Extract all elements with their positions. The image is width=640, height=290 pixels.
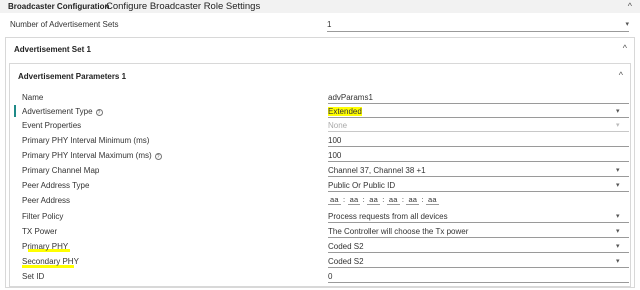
- peer-address-row: Peer Address aa : aa : aa : aa : aa : aa: [10, 193, 632, 209]
- filter-policy-row: Filter Policy Process requests from all …: [10, 209, 632, 224]
- help-icon[interactable]: ?: [154, 153, 162, 160]
- interval-max-input[interactable]: 100: [328, 151, 341, 160]
- number-of-sets-select[interactable]: 1: [327, 20, 629, 29]
- octet[interactable]: aa: [347, 195, 361, 205]
- interval-max-label: Primary PHY Interval Maximum (ms)?: [22, 151, 162, 160]
- advertisement-set-title: Advertisement Set 1: [14, 45, 91, 54]
- secondary-phy-row: Secondary PHY Coded S2 ▾: [10, 254, 632, 269]
- interval-min-label: Primary PHY Interval Minimum (ms): [22, 136, 150, 145]
- octet[interactable]: aa: [406, 195, 420, 205]
- primary-phy-row: Primary PHY Coded S2 ▾: [10, 239, 632, 254]
- chevron-down-icon[interactable]: ▾: [616, 121, 620, 129]
- advertisement-type-row: Advertisement Type? Extended ▾: [10, 104, 632, 119]
- interval-min-input[interactable]: 100: [328, 136, 341, 145]
- collapse-icon[interactable]: ^: [619, 70, 623, 80]
- chevron-down-icon[interactable]: ▾: [616, 181, 620, 189]
- primary-channel-map-label: Primary Channel Map: [22, 166, 100, 175]
- advertisement-type-select[interactable]: Extended: [328, 107, 362, 116]
- select-underline: [328, 237, 629, 238]
- octet[interactable]: aa: [386, 195, 400, 205]
- primary-phy-label: Primary PHY: [22, 242, 69, 251]
- primary-channel-map-row: Primary Channel Map Channel 37, Channel …: [10, 163, 632, 178]
- peer-address-type-select[interactable]: Public Or Public ID: [328, 181, 395, 190]
- help-icon[interactable]: ?: [95, 109, 103, 116]
- chevron-down-icon[interactable]: ▾: [616, 107, 620, 115]
- advertisement-set-card: Advertisement Set 1 ^ Advertisement Para…: [5, 37, 635, 288]
- event-properties-select[interactable]: None: [328, 121, 347, 130]
- primary-channel-map-select[interactable]: Channel 37, Channel 38 +1: [328, 166, 426, 175]
- tx-power-row: TX Power The Controller will choose the …: [10, 224, 632, 239]
- set-id-label: Set ID: [22, 272, 45, 281]
- interval-min-row: Primary PHY Interval Minimum (ms) 100: [10, 133, 632, 148]
- octet[interactable]: aa: [426, 195, 439, 205]
- tx-power-select[interactable]: The Controller will choose the Tx power: [328, 227, 468, 236]
- chevron-down-icon[interactable]: ▾: [616, 257, 620, 265]
- event-properties-label: Event Properties: [22, 121, 82, 130]
- set-id-row: Set ID 0: [10, 269, 632, 284]
- number-of-sets-row: Number of Advertisement Sets 1 ▾: [0, 17, 640, 32]
- chevron-down-icon[interactable]: ▾: [616, 227, 620, 235]
- name-input[interactable]: advParams1: [328, 93, 373, 102]
- peer-address-type-row: Peer Address Type Public Or Public ID ▾: [10, 178, 632, 193]
- collapse-icon[interactable]: ^: [628, 1, 632, 11]
- select-underline: [328, 191, 629, 192]
- input-underline: [328, 161, 629, 162]
- chevron-down-icon[interactable]: ▾: [616, 166, 620, 174]
- section-label: Broadcaster Configuration: [8, 2, 110, 11]
- interval-max-row: Primary PHY Interval Maximum (ms)? 100: [10, 148, 632, 163]
- peer-address-type-label: Peer Address Type: [22, 181, 90, 190]
- advertisement-parameters-card: Advertisement Parameters 1 ^ Name advPar…: [9, 63, 631, 287]
- number-of-sets-label: Number of Advertisement Sets: [10, 20, 119, 29]
- secondary-phy-select[interactable]: Coded S2: [328, 257, 364, 266]
- select-underline: [328, 131, 629, 132]
- peer-address-input[interactable]: aa : aa : aa : aa : aa : aa: [328, 195, 439, 205]
- secondary-phy-label: Secondary PHY: [22, 257, 79, 266]
- advertisement-parameters-title: Advertisement Parameters 1: [18, 72, 127, 81]
- select-underline: [328, 176, 629, 177]
- select-underline: [327, 31, 629, 32]
- peer-address-label: Peer Address: [22, 196, 71, 205]
- tx-power-label: TX Power: [22, 227, 58, 236]
- primary-phy-select[interactable]: Coded S2: [328, 242, 364, 251]
- octet[interactable]: aa: [367, 195, 380, 205]
- chevron-down-icon[interactable]: ▾: [616, 242, 620, 250]
- chevron-down-icon[interactable]: ▾: [616, 212, 620, 220]
- select-underline: [328, 267, 629, 268]
- page-title: Configure Broadcaster Role Settings: [106, 1, 261, 12]
- set-id-input[interactable]: 0: [328, 272, 332, 281]
- name-label: Name: [22, 93, 44, 102]
- name-field-row: Name advParams1: [10, 90, 632, 105]
- select-underline: [328, 222, 629, 223]
- input-underline: [328, 146, 629, 147]
- collapse-icon[interactable]: ^: [623, 43, 627, 53]
- event-properties-row: Event Properties None ▾: [10, 118, 632, 133]
- filter-policy-label: Filter Policy: [22, 212, 64, 221]
- advertisement-type-label: Advertisement Type?: [22, 107, 103, 116]
- active-row-indicator: [14, 105, 16, 117]
- broadcaster-config-header: Broadcaster Configuration Configure Broa…: [0, 0, 640, 13]
- chevron-down-icon[interactable]: ▾: [625, 20, 629, 28]
- filter-policy-select[interactable]: Process requests from all devices: [328, 212, 448, 221]
- select-underline: [328, 252, 629, 253]
- input-underline: [328, 282, 629, 283]
- octet[interactable]: aa: [328, 195, 341, 205]
